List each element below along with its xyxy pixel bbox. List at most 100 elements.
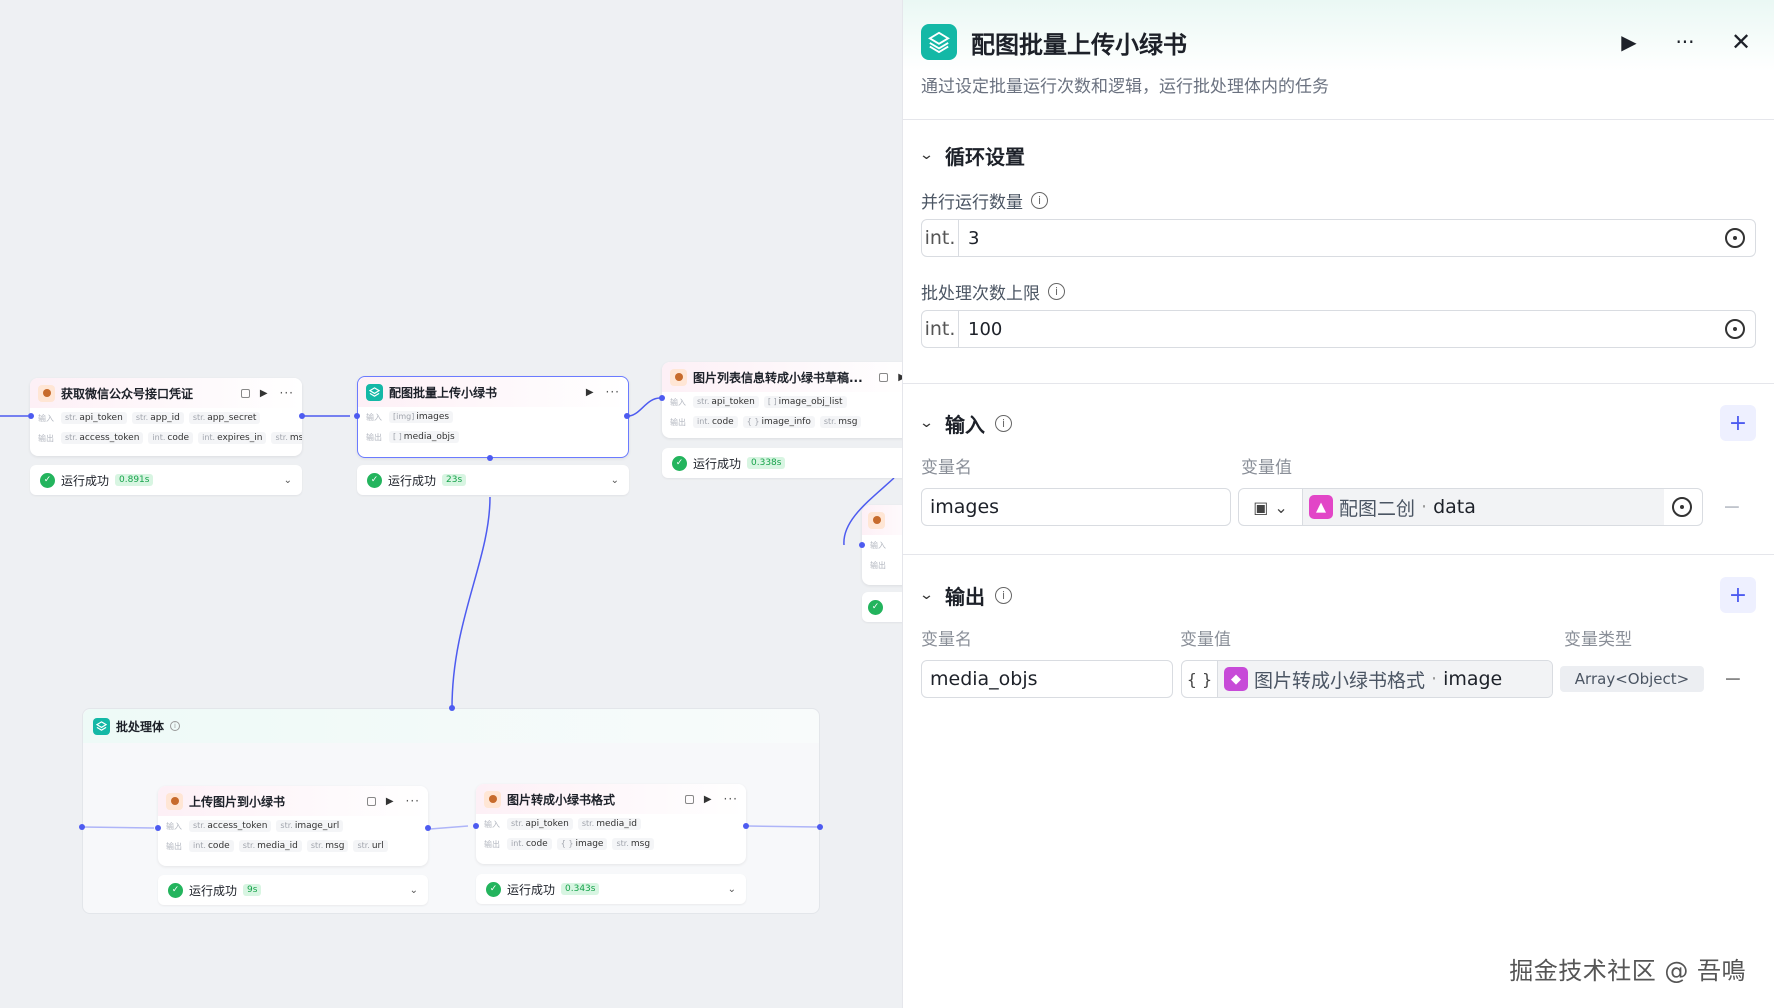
chevron-down-icon[interactable]: ⌄: [410, 885, 418, 896]
param-chip: str. access_token: [61, 432, 144, 444]
more-options-button[interactable]: ···: [1670, 27, 1700, 57]
panel-description: 通过设定批量运行次数和逻辑，运行批处理体内的任务: [921, 77, 1329, 97]
node-port[interactable]: [299, 413, 305, 419]
run-time-badge: 0.891s: [115, 474, 154, 486]
info-icon[interactable]: i: [170, 721, 181, 731]
remove-output-button[interactable]: −: [1718, 667, 1748, 692]
plugin-icon: [484, 790, 501, 808]
inputs-label: 输入: [670, 397, 686, 407]
run-status[interactable]: ✓: [862, 592, 902, 622]
plugin-icon: [38, 384, 55, 402]
run-status[interactable]: ✓ 运行成功 23s ⌄: [357, 465, 629, 495]
close-button[interactable]: ✕: [1726, 27, 1756, 57]
chevron-down-icon[interactable]: ⌄: [284, 475, 292, 486]
node-config-panel: 配图批量上传小绿书 ▶ ··· ✕ 通过设定批量运行次数和逻辑，运行批处理体内的…: [902, 0, 1774, 1008]
outputs-label: 输出: [38, 433, 54, 443]
variable-reference[interactable]: ◆ 图片转成小绿书格式 · image: [1218, 661, 1552, 697]
edge-batch-list: [627, 397, 661, 417]
variable-reference[interactable]: ▲ 配图二创 · data: [1303, 489, 1664, 525]
panel-header: 配图批量上传小绿书 ▶ ··· ✕ 通过设定批量运行次数和逻辑，运行批处理体内的…: [903, 0, 1774, 120]
param-chip: { } image_info: [742, 416, 815, 428]
node-port[interactable]: [155, 825, 161, 831]
col-var-name: 变量名: [921, 629, 972, 650]
input-var-value-field[interactable]: ▣ ⌄ ▲ 配图二创 · data: [1238, 488, 1703, 526]
node-upload-image[interactable]: 上传图片到小绿书 ▶ ··· 输入 str. access_token str. i…: [158, 786, 428, 866]
outputs-label: 输出: [166, 841, 182, 851]
input-section-toggle[interactable]: ⌄ 输入 i +: [919, 405, 1756, 441]
node-port[interactable]: [659, 395, 665, 401]
node-port[interactable]: [425, 825, 431, 831]
chevron-down-icon[interactable]: ⌄: [611, 475, 619, 486]
input-row: images ▣ ⌄ ▲ 配图二创 · data −: [921, 488, 1756, 526]
variable-ref-icon[interactable]: [1725, 228, 1745, 248]
var-type-badge: Array<Object>: [1560, 666, 1704, 692]
batch-limit-field[interactable]: int. 100: [921, 310, 1756, 348]
node-port[interactable]: [817, 824, 823, 830]
run-node-button[interactable]: ▶: [586, 387, 594, 398]
node-port[interactable]: [624, 413, 630, 419]
plugin-icon: [868, 511, 885, 529]
node-wechat-credential[interactable]: 获取微信公众号接口凭证 ▶ ··· 输入 str. api_token str. a…: [30, 378, 302, 456]
param-chip: int. expires_in: [198, 432, 267, 444]
run-status[interactable]: ✓ 运行成功 9s ⌄: [158, 875, 428, 905]
add-input-button[interactable]: +: [1720, 405, 1756, 441]
output-var-name-field[interactable]: media_objs: [921, 660, 1173, 698]
node-title: 图片列表信息转成小绿书草稿...: [693, 370, 863, 385]
add-output-button[interactable]: +: [1720, 577, 1756, 613]
chevron-down-icon: ⌄: [1274, 497, 1288, 517]
node-more-button[interactable]: ···: [406, 794, 420, 808]
node-port[interactable]: [487, 455, 493, 461]
node-port[interactable]: [354, 413, 360, 419]
node-title: 获取微信公众号接口凭证: [61, 386, 194, 401]
node-port[interactable]: [28, 413, 34, 419]
workflow-canvas[interactable]: 获取微信公众号接口凭证 ▶ ··· 输入 str. api_token str. a…: [0, 0, 902, 1008]
info-icon[interactable]: i: [1048, 283, 1065, 300]
node-to-format[interactable]: 图片转成小绿书格式 ▶ ··· 输入 str. api_token str. med…: [476, 784, 746, 864]
node-partial[interactable]: 输入 输出: [862, 505, 902, 585]
parallel-count-value[interactable]: 3: [959, 228, 1725, 249]
run-status[interactable]: ✓ 运行成功 0.338s: [662, 448, 902, 478]
node-more-button[interactable]: ···: [724, 792, 738, 806]
tag-icon: [240, 388, 250, 398]
node-port[interactable]: [743, 823, 749, 829]
input-var-name-field[interactable]: images: [921, 488, 1231, 526]
section-title: 输出: [945, 584, 985, 609]
info-icon[interactable]: i: [995, 414, 1012, 432]
variable-ref-icon[interactable]: [1672, 497, 1692, 517]
output-section-toggle[interactable]: ⌄ 输出 i +: [919, 577, 1756, 613]
param-chip: str. access_token: [189, 820, 272, 832]
node-port[interactable]: [473, 823, 479, 829]
run-node-button[interactable]: ▶: [260, 388, 268, 399]
node-more-button[interactable]: ···: [280, 386, 294, 400]
node-port[interactable]: [859, 542, 865, 548]
run-status[interactable]: ✓ 运行成功 0.891s ⌄: [30, 465, 302, 495]
chevron-down-icon[interactable]: ⌄: [728, 884, 736, 895]
remove-input-button[interactable]: −: [1717, 495, 1747, 520]
node-inputs-row: 输入: [870, 540, 886, 550]
node-batch-upload[interactable]: 配图批量上传小绿书 ▶ ··· 输入 [img] images 输出 [ ] med…: [357, 376, 629, 458]
info-icon[interactable]: i: [1031, 192, 1048, 209]
node-port[interactable]: [79, 824, 85, 830]
node-title: 图片转成小绿书格式: [507, 792, 616, 807]
param-chip: int. code: [693, 416, 738, 428]
batch-limit-value[interactable]: 100: [959, 319, 1725, 340]
run-status[interactable]: ✓ 运行成功 0.343s ⌄: [476, 874, 746, 904]
parallel-count-field[interactable]: int. 3: [921, 219, 1756, 257]
batch-body-title: 批处理体: [116, 719, 165, 734]
info-icon[interactable]: i: [995, 586, 1012, 604]
node-list-to-draft[interactable]: 图片列表信息转成小绿书草稿... ▶ 输入 str.api_token [ ]i…: [662, 362, 902, 438]
type-prefix: int.: [922, 311, 959, 347]
loop-settings-toggle[interactable]: ⌄ 循环设置: [918, 138, 1756, 172]
node-port[interactable]: [449, 705, 455, 711]
chevron-down-icon: ⌄: [918, 147, 935, 163]
loop-settings-section: ⌄ 循环设置 并行运行数量 i int. 3 批处理次数上限 i int. 10…: [918, 138, 1756, 348]
type-select[interactable]: ▣ ⌄: [1239, 489, 1303, 525]
output-var-value-field[interactable]: { } ◆ 图片转成小绿书格式 · image: [1181, 660, 1553, 698]
node-more-button[interactable]: ···: [606, 385, 620, 399]
run-time-badge: 0.343s: [561, 883, 600, 895]
run-button[interactable]: ▶: [1614, 27, 1644, 57]
run-node-button[interactable]: ▶: [704, 794, 712, 805]
param-chip: str. app_id: [131, 412, 184, 424]
variable-ref-icon[interactable]: [1725, 319, 1745, 339]
run-node-button[interactable]: ▶: [386, 796, 394, 807]
